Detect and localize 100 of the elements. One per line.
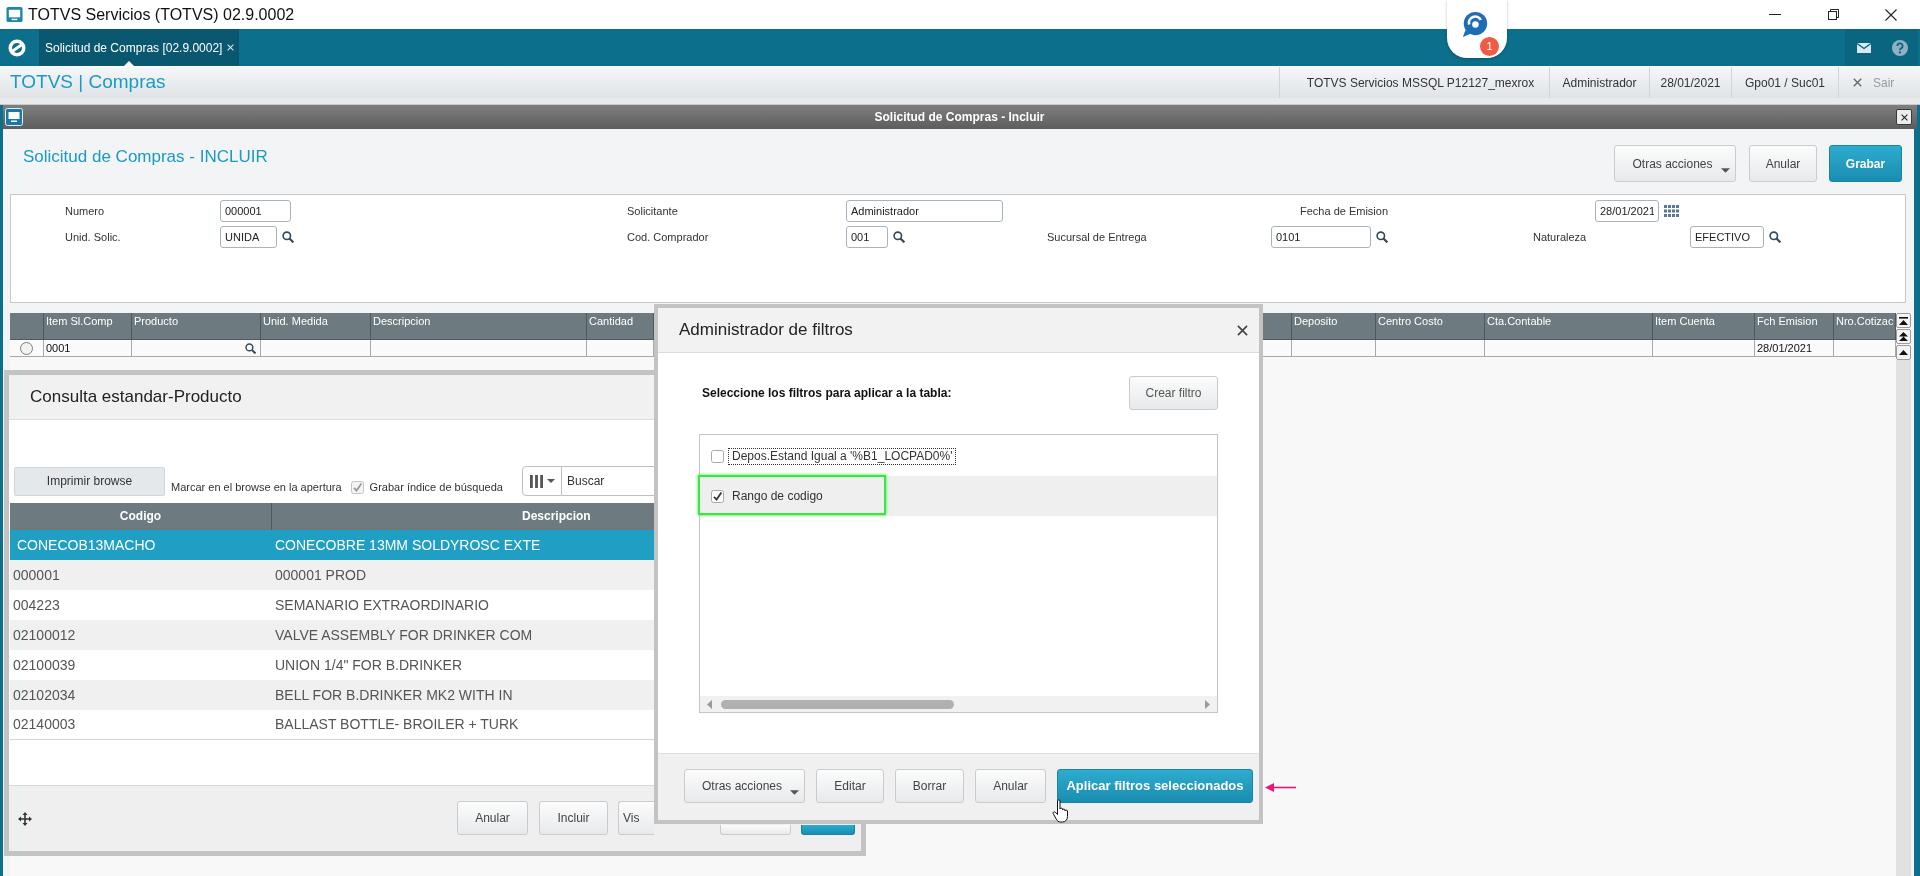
input-field[interactable]: EFECTIVO bbox=[1690, 226, 1764, 248]
page-up-button[interactable] bbox=[1896, 329, 1911, 344]
page-heading: Solicitud de Compras - INCLUIR bbox=[23, 145, 268, 168]
filter-row[interactable]: Rango de codigo bbox=[700, 476, 1217, 516]
input-field[interactable]: UNIDA bbox=[220, 226, 277, 248]
help-icon bbox=[1892, 39, 1908, 56]
minimize-icon bbox=[1769, 14, 1781, 15]
table-cell-text: BALLAST BOTTLE- BROILER + TURK bbox=[274, 715, 520, 734]
module-title: TOTVS | Compras bbox=[10, 70, 166, 95]
close-icon bbox=[1885, 8, 1897, 21]
close-button[interactable] bbox=[1237, 324, 1248, 336]
scrollbar-thumb[interactable] bbox=[721, 699, 954, 709]
checkbox[interactable] bbox=[711, 449, 724, 463]
input-field[interactable]: Administrador bbox=[846, 200, 1003, 222]
action-button[interactable]: Anular bbox=[457, 801, 528, 835]
close-icon bbox=[1853, 78, 1862, 87]
table-row[interactable]: 02102034 BELL FOR B.DRINKER MK2 WITH IN bbox=[10, 680, 654, 710]
table-cell-text: 004223 bbox=[12, 595, 61, 615]
columns-button[interactable] bbox=[522, 466, 562, 496]
close-button[interactable] bbox=[1896, 109, 1912, 125]
table-cell: 0001 bbox=[44, 340, 132, 356]
column-header: Item Sl.Comp bbox=[44, 313, 132, 339]
column-header: Deposito bbox=[1292, 313, 1376, 339]
table-row[interactable]: 02100012 VALVE ASSEMBLY FOR DRINKER COM bbox=[10, 620, 654, 650]
table-cell-text: 000001 PROD bbox=[274, 565, 368, 585]
create-filter-button[interactable]: Crear filtro bbox=[1129, 376, 1218, 410]
double-up-icon bbox=[1899, 332, 1908, 341]
menu-button[interactable]: Otras acciones bbox=[684, 769, 805, 803]
columns-icon bbox=[529, 474, 543, 488]
input-field[interactable]: 0101 bbox=[1271, 226, 1371, 248]
scroll-up-button[interactable] bbox=[1896, 345, 1911, 360]
menu-button[interactable]: Otras acciones bbox=[1614, 145, 1736, 182]
input-field[interactable]: 28/01/2021 bbox=[1595, 200, 1659, 222]
input-field[interactable]: 001 bbox=[846, 226, 888, 248]
scroll-top-button[interactable] bbox=[1896, 313, 1911, 328]
table-cell-text: 02140003 bbox=[12, 715, 77, 734]
scroll-top-icon bbox=[1899, 316, 1908, 325]
print-button[interactable]: Imprimir browse bbox=[14, 466, 165, 496]
calendar-icon[interactable] bbox=[1664, 205, 1679, 217]
close-icon bbox=[1900, 113, 1908, 121]
action-button[interactable]: Anular bbox=[975, 769, 1046, 803]
action-button[interactable]: Anular bbox=[1749, 145, 1817, 182]
chat-bubble-icon bbox=[1461, 11, 1489, 38]
field-label: Unid. Solic. bbox=[65, 229, 122, 245]
search-field[interactable]: Buscar bbox=[562, 466, 654, 496]
column-header: Descripcion bbox=[371, 313, 587, 339]
search-icon[interactable] bbox=[1376, 231, 1388, 243]
table-cell-text: CONECOB13MACHO bbox=[16, 535, 157, 555]
radio-button[interactable] bbox=[20, 341, 33, 355]
field-label: Fecha de Emision bbox=[1300, 203, 1390, 219]
input-field[interactable]: 000001 bbox=[220, 200, 291, 222]
column-header: Item Cuenta bbox=[1653, 313, 1755, 339]
checkbox[interactable] bbox=[711, 489, 724, 503]
restore-icon bbox=[1827, 9, 1839, 20]
move-icon[interactable] bbox=[18, 812, 32, 826]
column-header[interactable]: Descripcion bbox=[272, 503, 654, 530]
table-cell-text: CONECOBRE 13MM SOLDYROSC EXTE bbox=[274, 535, 542, 555]
filter-label: Depos.Estand Igual a '%B1_LOCPAD0%' bbox=[728, 447, 957, 465]
field-label: Naturaleza bbox=[1533, 229, 1588, 245]
table-cell-text: 02100039 bbox=[12, 655, 77, 675]
dialog-title: Consulta estandar-Producto bbox=[30, 386, 242, 409]
caret-icon bbox=[546, 479, 555, 483]
option-text: Marcar en el browse en la apertura bbox=[171, 480, 342, 495]
prompt-text: Seleccione los filtros para aplicar a la tabla: bbox=[702, 385, 952, 402]
column-header: Producto bbox=[132, 313, 261, 339]
up-icon bbox=[1899, 350, 1908, 355]
search-icon[interactable] bbox=[893, 231, 905, 243]
search-icon[interactable] bbox=[245, 342, 256, 354]
window-icon bbox=[5, 108, 23, 126]
table-cell-text: 000001 bbox=[12, 565, 61, 585]
envelope-icon bbox=[1856, 42, 1871, 53]
close-icon bbox=[227, 44, 235, 51]
table-cell-text: VALVE ASSEMBLY FOR DRINKER COM bbox=[274, 625, 534, 645]
checkbox-label: Grabar índice de búsqueda bbox=[369, 480, 503, 495]
horizontal-scrollbar[interactable] bbox=[700, 696, 1217, 712]
search-icon[interactable] bbox=[1769, 231, 1781, 243]
table-row[interactable]: 000001 000001 PROD bbox=[10, 560, 654, 590]
help-button[interactable] bbox=[1882, 29, 1918, 66]
app-icon bbox=[6, 6, 23, 23]
action-button[interactable]: Borrar bbox=[895, 769, 964, 803]
table-cell-text: UNION 1/4" FOR B.DRINKER bbox=[274, 655, 463, 675]
window-title: TOTVS Servicios (TOTVS) 02.9.0002 bbox=[28, 4, 295, 25]
action-button[interactable]: Vis bbox=[618, 801, 654, 835]
filter-label: Rango de codigo bbox=[731, 487, 824, 505]
column-header: Fch Emision bbox=[1755, 313, 1834, 339]
action-button[interactable]: Incluir bbox=[539, 801, 608, 835]
action-button[interactable]: Editar bbox=[816, 769, 884, 803]
table-cell: 28/01/2021 bbox=[1755, 340, 1834, 356]
column-header: Cta.Contable bbox=[1485, 313, 1653, 339]
column-header: Centro Costo bbox=[1376, 313, 1485, 339]
close-icon bbox=[1237, 324, 1248, 336]
dialog-title: Administrador de filtros bbox=[679, 319, 853, 342]
logo-icon bbox=[8, 38, 26, 57]
table-cell-text: BELL FOR B.DRINKER MK2 WITH IN bbox=[274, 685, 514, 705]
caret-icon bbox=[790, 790, 799, 795]
mail-button[interactable] bbox=[1845, 29, 1882, 66]
field-label: Cod. Comprador bbox=[627, 229, 710, 245]
field-label: Sucursal de Entrega bbox=[1047, 229, 1148, 245]
search-icon[interactable] bbox=[282, 231, 294, 243]
tab[interactable]: Solicitud de Compras [02.9.0002] bbox=[39, 29, 240, 66]
